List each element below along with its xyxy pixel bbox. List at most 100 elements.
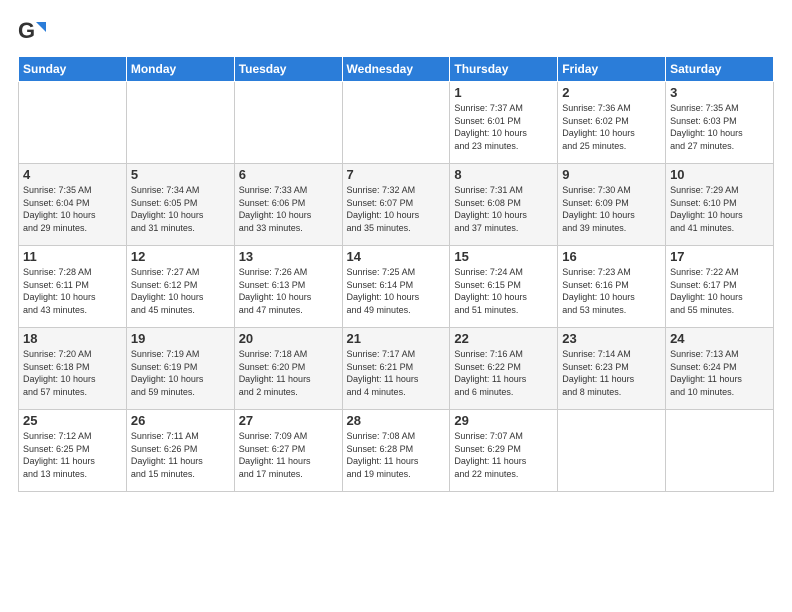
day-cell: 19 Sunrise: 7:19 AM Sunset: 6:19 PM Dayli… bbox=[126, 328, 234, 410]
day-number: 7 bbox=[347, 167, 446, 182]
week-row-5: 25Sunrise: 7:12 AM Sunset: 6:25 PM Dayli… bbox=[19, 410, 774, 492]
logo: G bbox=[18, 18, 48, 46]
day-info: Sunrise: 7:18 AM Sunset: 6:20 PM Dayligh… bbox=[239, 348, 338, 398]
day-info: Sunrise: 7:13 AM Sunset: 6:24 PM Dayligh… bbox=[670, 348, 769, 398]
day-info: Sunrise: 7:07 AM Sunset: 6:29 PM Dayligh… bbox=[454, 430, 553, 480]
day-info: Sunrise: 7:37 AM Sunset: 6:01 PM Dayligh… bbox=[454, 102, 553, 152]
day-number: 18 bbox=[23, 331, 122, 346]
day-cell: 21 Sunrise: 7:17 AM Sunset: 6:21 PM Dayli… bbox=[342, 328, 450, 410]
header-row: SundayMondayTuesdayWednesdayThursdayFrid… bbox=[19, 57, 774, 82]
day-cell bbox=[19, 82, 127, 164]
day-number: 12 bbox=[131, 249, 230, 264]
day-cell: 29 Sunrise: 7:07 AM Sunset: 6:29 PM Dayli… bbox=[450, 410, 558, 492]
week-row-1: 1 Sunrise: 7:37 AM Sunset: 6:01 PM Daylig… bbox=[19, 82, 774, 164]
day-info: Sunrise: 7:34 AM Sunset: 6:05 PM Dayligh… bbox=[131, 184, 230, 234]
day-info: Sunrise: 7:30 AM Sunset: 6:09 PM Dayligh… bbox=[562, 184, 661, 234]
day-info: Sunrise: 7:23 AM Sunset: 6:16 PM Dayligh… bbox=[562, 266, 661, 316]
day-info: Sunrise: 7:22 AM Sunset: 6:17 PM Dayligh… bbox=[670, 266, 769, 316]
week-row-3: 11 Sunrise: 7:28 AM Sunset: 6:11 PM Dayli… bbox=[19, 246, 774, 328]
day-info: Sunrise: 7:35 AM Sunset: 6:04 PM Dayligh… bbox=[23, 184, 122, 234]
day-number: 19 bbox=[131, 331, 230, 346]
svg-text:G: G bbox=[18, 18, 35, 43]
day-cell: 3 Sunrise: 7:35 AM Sunset: 6:03 PM Daylig… bbox=[666, 82, 774, 164]
day-cell: 17Sunrise: 7:22 AM Sunset: 6:17 PM Dayli… bbox=[666, 246, 774, 328]
header-cell-saturday: Saturday bbox=[666, 57, 774, 82]
day-info: Sunrise: 7:20 AM Sunset: 6:18 PM Dayligh… bbox=[23, 348, 122, 398]
day-cell: 20 Sunrise: 7:18 AM Sunset: 6:20 PM Dayli… bbox=[234, 328, 342, 410]
day-cell: 27Sunrise: 7:09 AM Sunset: 6:27 PM Dayli… bbox=[234, 410, 342, 492]
day-cell: 11 Sunrise: 7:28 AM Sunset: 6:11 PM Dayli… bbox=[19, 246, 127, 328]
day-cell: 5 Sunrise: 7:34 AM Sunset: 6:05 PM Daylig… bbox=[126, 164, 234, 246]
day-info: Sunrise: 7:36 AM Sunset: 6:02 PM Dayligh… bbox=[562, 102, 661, 152]
day-number: 2 bbox=[562, 85, 661, 100]
day-cell: 9 Sunrise: 7:30 AM Sunset: 6:09 PM Daylig… bbox=[558, 164, 666, 246]
day-cell: 2 Sunrise: 7:36 AM Sunset: 6:02 PM Daylig… bbox=[558, 82, 666, 164]
day-number: 15 bbox=[454, 249, 553, 264]
day-cell: 24 Sunrise: 7:13 AM Sunset: 6:24 PM Dayli… bbox=[666, 328, 774, 410]
header-cell-friday: Friday bbox=[558, 57, 666, 82]
day-number: 4 bbox=[23, 167, 122, 182]
calendar-page: G SundayMondayTuesdayWednesdayThursdayFr… bbox=[0, 0, 792, 612]
day-cell: 16 Sunrise: 7:23 AM Sunset: 6:16 PM Dayli… bbox=[558, 246, 666, 328]
day-cell: 23 Sunrise: 7:14 AM Sunset: 6:23 PM Dayli… bbox=[558, 328, 666, 410]
day-info: Sunrise: 7:29 AM Sunset: 6:10 PM Dayligh… bbox=[670, 184, 769, 234]
day-number: 25 bbox=[23, 413, 122, 428]
day-number: 28 bbox=[347, 413, 446, 428]
day-cell: 6Sunrise: 7:33 AM Sunset: 6:06 PM Daylig… bbox=[234, 164, 342, 246]
day-number: 27 bbox=[239, 413, 338, 428]
day-number: 14 bbox=[347, 249, 446, 264]
day-number: 16 bbox=[562, 249, 661, 264]
day-info: Sunrise: 7:11 AM Sunset: 6:26 PM Dayligh… bbox=[131, 430, 230, 480]
header-cell-monday: Monday bbox=[126, 57, 234, 82]
day-info: Sunrise: 7:16 AM Sunset: 6:22 PM Dayligh… bbox=[454, 348, 553, 398]
day-number: 13 bbox=[239, 249, 338, 264]
header: G bbox=[18, 18, 774, 46]
day-number: 26 bbox=[131, 413, 230, 428]
day-number: 20 bbox=[239, 331, 338, 346]
day-number: 9 bbox=[562, 167, 661, 182]
day-number: 3 bbox=[670, 85, 769, 100]
day-cell: 4 Sunrise: 7:35 AM Sunset: 6:04 PM Daylig… bbox=[19, 164, 127, 246]
day-cell bbox=[342, 82, 450, 164]
day-cell: 26 Sunrise: 7:11 AM Sunset: 6:26 PM Dayli… bbox=[126, 410, 234, 492]
day-cell bbox=[234, 82, 342, 164]
header-cell-sunday: Sunday bbox=[19, 57, 127, 82]
day-number: 5 bbox=[131, 167, 230, 182]
header-cell-thursday: Thursday bbox=[450, 57, 558, 82]
day-cell: 1 Sunrise: 7:37 AM Sunset: 6:01 PM Daylig… bbox=[450, 82, 558, 164]
day-info: Sunrise: 7:27 AM Sunset: 6:12 PM Dayligh… bbox=[131, 266, 230, 316]
day-number: 11 bbox=[23, 249, 122, 264]
day-info: Sunrise: 7:31 AM Sunset: 6:08 PM Dayligh… bbox=[454, 184, 553, 234]
day-cell: 15 Sunrise: 7:24 AM Sunset: 6:15 PM Dayli… bbox=[450, 246, 558, 328]
day-number: 23 bbox=[562, 331, 661, 346]
day-info: Sunrise: 7:08 AM Sunset: 6:28 PM Dayligh… bbox=[347, 430, 446, 480]
day-cell: 22Sunrise: 7:16 AM Sunset: 6:22 PM Dayli… bbox=[450, 328, 558, 410]
header-cell-wednesday: Wednesday bbox=[342, 57, 450, 82]
week-row-4: 18 Sunrise: 7:20 AM Sunset: 6:18 PM Dayli… bbox=[19, 328, 774, 410]
day-info: Sunrise: 7:25 AM Sunset: 6:14 PM Dayligh… bbox=[347, 266, 446, 316]
day-info: Sunrise: 7:26 AM Sunset: 6:13 PM Dayligh… bbox=[239, 266, 338, 316]
day-info: Sunrise: 7:17 AM Sunset: 6:21 PM Dayligh… bbox=[347, 348, 446, 398]
day-info: Sunrise: 7:33 AM Sunset: 6:06 PM Dayligh… bbox=[239, 184, 338, 234]
day-number: 1 bbox=[454, 85, 553, 100]
day-number: 8 bbox=[454, 167, 553, 182]
day-info: Sunrise: 7:32 AM Sunset: 6:07 PM Dayligh… bbox=[347, 184, 446, 234]
day-number: 10 bbox=[670, 167, 769, 182]
day-number: 21 bbox=[347, 331, 446, 346]
day-cell: 12 Sunrise: 7:27 AM Sunset: 6:12 PM Dayli… bbox=[126, 246, 234, 328]
day-info: Sunrise: 7:14 AM Sunset: 6:23 PM Dayligh… bbox=[562, 348, 661, 398]
week-row-2: 4 Sunrise: 7:35 AM Sunset: 6:04 PM Daylig… bbox=[19, 164, 774, 246]
day-number: 29 bbox=[454, 413, 553, 428]
day-info: Sunrise: 7:35 AM Sunset: 6:03 PM Dayligh… bbox=[670, 102, 769, 152]
day-info: Sunrise: 7:24 AM Sunset: 6:15 PM Dayligh… bbox=[454, 266, 553, 316]
day-info: Sunrise: 7:19 AM Sunset: 6:19 PM Dayligh… bbox=[131, 348, 230, 398]
day-cell: 13 Sunrise: 7:26 AM Sunset: 6:13 PM Dayli… bbox=[234, 246, 342, 328]
day-cell: 10 Sunrise: 7:29 AM Sunset: 6:10 PM Dayli… bbox=[666, 164, 774, 246]
day-cell bbox=[666, 410, 774, 492]
day-cell: 28 Sunrise: 7:08 AM Sunset: 6:28 PM Dayli… bbox=[342, 410, 450, 492]
logo-icon: G bbox=[18, 18, 46, 46]
day-cell: 18 Sunrise: 7:20 AM Sunset: 6:18 PM Dayli… bbox=[19, 328, 127, 410]
header-cell-tuesday: Tuesday bbox=[234, 57, 342, 82]
day-number: 24 bbox=[670, 331, 769, 346]
day-info: Sunrise: 7:28 AM Sunset: 6:11 PM Dayligh… bbox=[23, 266, 122, 316]
